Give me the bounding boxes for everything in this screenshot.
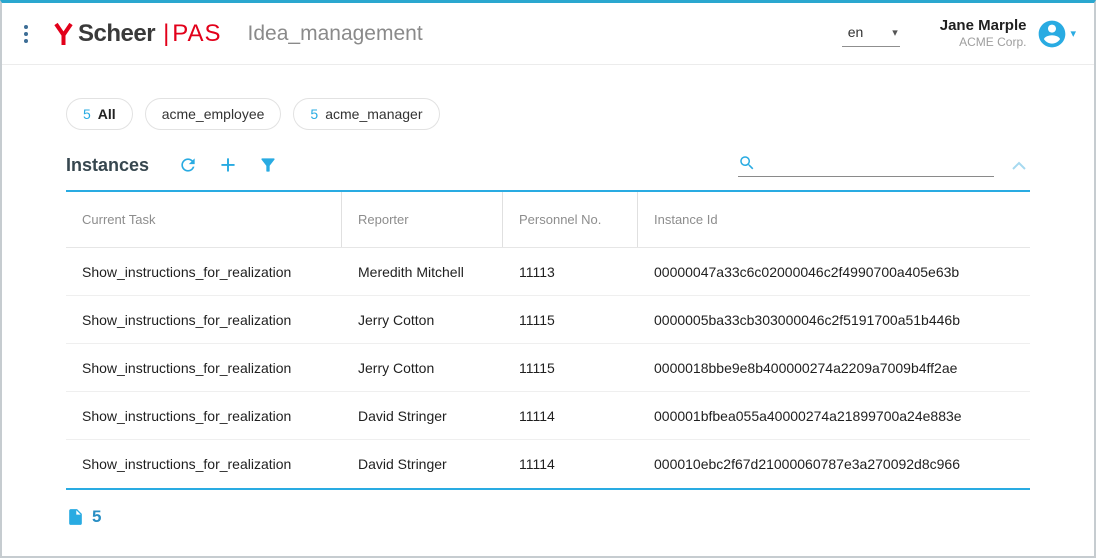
scheer-mark-icon [54,22,73,46]
avatar-icon [1036,18,1068,50]
chip-acme-manager[interactable]: 5 acme_manager [293,98,439,130]
cell-personnel-no: 11113 [503,248,638,295]
account-caret-down-icon: ▾ [1070,27,1076,40]
search-icon [738,154,756,172]
column-header-instance-id: Instance Id [638,192,1030,247]
brand-separator: | [163,20,169,48]
cell-reporter: Jerry Cotton [342,296,503,343]
user-info: Jane Marple ACME Corp. [940,17,1027,51]
chip-acme-employee[interactable]: acme_employee [145,98,282,130]
cell-reporter: David Stringer [342,392,503,439]
table-row[interactable]: Show_instructions_for_realization David … [66,440,1030,488]
top-bar: Scheer | PAS Idea_management en ▾ Jane M… [2,3,1094,65]
table-footer: 5 [66,506,1030,528]
chevron-up-icon [1012,161,1026,170]
app-title: Idea_management [248,22,423,46]
caret-down-icon: ▾ [892,26,898,39]
chip-count: 5 [83,106,91,122]
document-icon [66,506,85,528]
brand-scheer: Scheer [78,20,155,48]
column-header-reporter: Reporter [342,192,503,247]
chip-all[interactable]: 5 All [66,98,133,130]
cell-instance-id: 0000018bbe9e8b400000274a2209a7009b4ff2ae [638,344,1030,391]
cell-reporter: David Stringer [342,440,503,488]
chip-count: 5 [310,106,318,122]
user-org: ACME Corp. [940,35,1027,50]
chip-label: acme_employee [162,106,265,122]
instances-title: Instances [66,155,149,176]
cell-personnel-no: 11115 [503,344,638,391]
table-row[interactable]: Show_instructions_for_realization Jerry … [66,296,1030,344]
language-select[interactable]: en ▾ [842,20,900,47]
cell-reporter: Meredith Mitchell [342,248,503,295]
cell-current-task: Show_instructions_for_realization [66,392,342,439]
cell-current-task: Show_instructions_for_realization [66,344,342,391]
add-instance-button[interactable]: + [213,150,243,180]
top-bar-right: en ▾ Jane Marple ACME Corp. ▾ [842,17,1076,51]
cell-instance-id: 0000005ba33cb303000046c2f5191700a51b446b [638,296,1030,343]
column-header-current-task: Current Task [66,192,342,247]
kebab-menu-icon[interactable] [18,21,34,47]
cell-personnel-no: 11114 [503,392,638,439]
brand-logo: Scheer | PAS [54,20,222,48]
cell-personnel-no: 11114 [503,440,638,488]
brand-pas: PAS [172,20,221,48]
search-input[interactable] [764,155,994,171]
chip-label: acme_manager [325,106,422,122]
table-row[interactable]: Show_instructions_for_realization Meredi… [66,248,1030,296]
cell-current-task: Show_instructions_for_realization [66,248,342,295]
chip-label: All [98,106,116,122]
filter-icon [258,155,278,175]
filter-chips-row: 5 All acme_employee 5 acme_manager [66,98,1094,130]
language-value: en [848,24,864,40]
table-row[interactable]: Show_instructions_for_realization Jerry … [66,344,1030,392]
cell-instance-id: 00000047a33c6c02000046c2f4990700a405e63b [638,248,1030,295]
cell-current-task: Show_instructions_for_realization [66,296,342,343]
app-window: Scheer | PAS Idea_management en ▾ Jane M… [0,0,1096,558]
cell-current-task: Show_instructions_for_realization [66,440,342,488]
collapse-panel-button[interactable] [1008,154,1030,177]
cell-personnel-no: 11115 [503,296,638,343]
instances-toolbar: Instances + [66,148,1030,182]
user-name: Jane Marple [940,17,1027,36]
table-header-row: Current Task Reporter Personnel No. Inst… [66,192,1030,248]
filter-button[interactable] [253,150,283,180]
table-row[interactable]: Show_instructions_for_realization David … [66,392,1030,440]
search-box [738,154,994,177]
refresh-button[interactable] [173,150,203,180]
account-menu-button[interactable]: ▾ [1036,18,1076,50]
cell-instance-id: 000001bfbea055a40000274a21899700a24e883e [638,392,1030,439]
instances-table: Current Task Reporter Personnel No. Inst… [66,190,1030,490]
column-header-personnel-no: Personnel No. [503,192,638,247]
plus-icon: + [220,152,236,179]
cell-instance-id: 000010ebc2f67d21000060787e3a270092d8c966 [638,440,1030,488]
cell-reporter: Jerry Cotton [342,344,503,391]
instance-count: 5 [92,507,101,527]
refresh-icon [178,155,198,175]
